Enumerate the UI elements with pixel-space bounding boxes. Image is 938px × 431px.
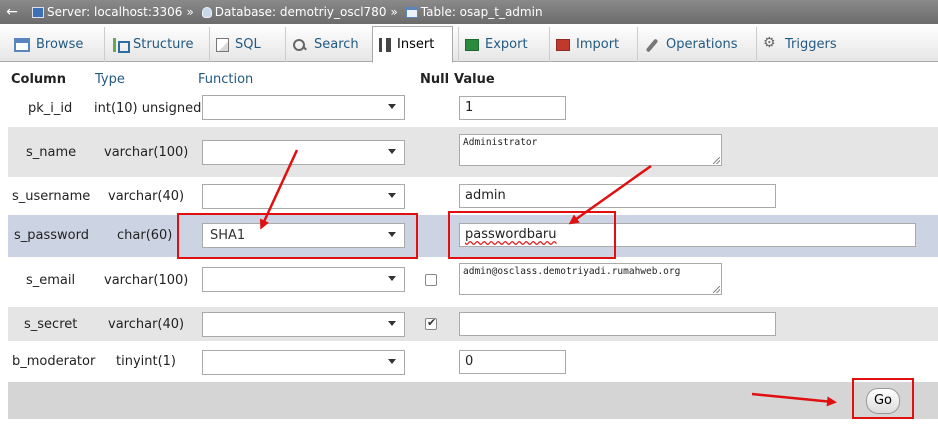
annotation-arrows [259, 149, 837, 407]
arrow-to-function [259, 149, 299, 230]
arrow-to-password [568, 164, 652, 225]
arrow-to-go [751, 392, 837, 407]
